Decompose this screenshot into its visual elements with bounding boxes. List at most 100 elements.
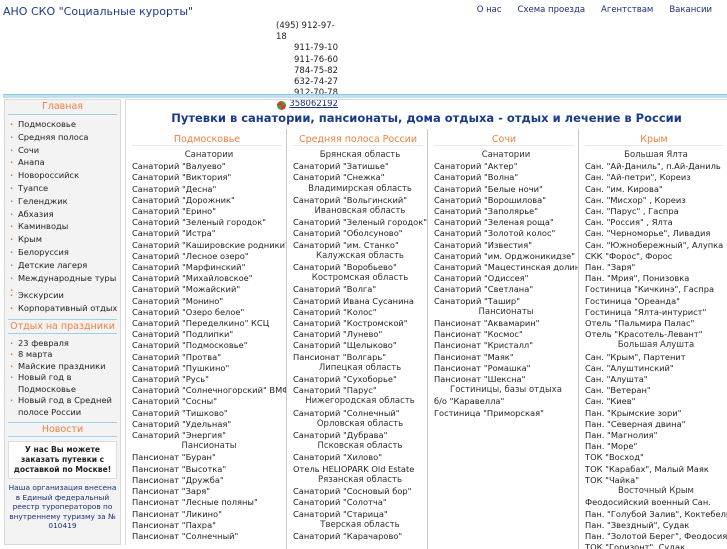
resort-link[interactable]: Санаторий "Ерино" [132, 206, 286, 217]
resort-link[interactable]: Санаторий "Карачарово" [293, 531, 427, 542]
holiday-item[interactable]: 23 февраля [9, 338, 120, 350]
resort-link[interactable]: Санаторий "Солнечный" [293, 408, 427, 419]
resort-link[interactable]: Гостиница "Кичкинэ", Гаспра [585, 284, 727, 295]
resort-link[interactable]: Санаторий "Ташир" [434, 296, 578, 307]
resort-link[interactable]: Санаторий "Лунево" [293, 329, 427, 340]
sidebar-item[interactable]: Крым [9, 233, 120, 246]
resort-link[interactable]: Санаторий "Актер" [434, 161, 578, 172]
resort-link[interactable]: Санаторий "Вольгинский" [293, 195, 427, 206]
resort-link[interactable]: Санаторий "Переделкино" КСЦ [132, 318, 286, 329]
resort-link[interactable]: Пан. "Крымские зори" [585, 408, 727, 419]
resort-link[interactable]: ТОК "Восход" [585, 452, 727, 463]
resort-link[interactable]: Санаторий "Подлипки" [132, 329, 286, 340]
sidebar-item[interactable]: Геленджик [9, 195, 120, 208]
resort-link[interactable]: Санаторий "Лесное озеро" [132, 251, 286, 262]
resort-link[interactable]: Санаторий "Одиссея" [434, 273, 578, 284]
nav-agencies[interactable]: Агентствам [593, 5, 661, 15]
resort-link[interactable]: Санаторий "Русь" [132, 374, 286, 385]
resort-link[interactable]: Санаторий "Мацестинская долина" [434, 262, 578, 273]
resort-link[interactable]: Санаторий "Пушкино" [132, 363, 286, 374]
sidebar-item[interactable]: Новороссийск [9, 169, 120, 182]
resort-link[interactable]: Санаторий "Сосновый бор" [293, 486, 427, 497]
sidebar-news-heading[interactable]: Новости [8, 422, 117, 438]
resort-link[interactable]: Сан. "Мисхор" , Кореиз [585, 195, 727, 206]
nav-about[interactable]: О нас [469, 5, 510, 15]
resort-link[interactable]: Санаторий "Заполярье" [434, 206, 578, 217]
sidebar-item[interactable]: Экскурсии [9, 289, 120, 302]
resort-link[interactable]: Пан. "Магнолия" [585, 430, 727, 441]
sidebar-item[interactable]: Абхазия [9, 208, 120, 221]
resort-link[interactable]: Пансионат "Лесные поляны" [132, 497, 286, 508]
resort-link[interactable]: ТОК "Карабах", Малый Маяк [585, 464, 727, 475]
resort-link[interactable]: Отель HELIOPARK Old Estate [293, 464, 427, 475]
resort-link[interactable]: Санаторий "Старица" [293, 509, 427, 520]
resort-link[interactable]: Отель "Пальмира Палас" [585, 318, 727, 329]
resort-link[interactable]: Сан. "Алуштинский" [585, 363, 727, 374]
holiday-item[interactable]: Майские праздники [9, 361, 120, 373]
region-heading[interactable]: Крым [585, 129, 723, 146]
resort-link[interactable]: Санаторий "Валуево" [132, 161, 286, 172]
resort-link[interactable]: ТОК "Чайка" [585, 475, 727, 486]
resort-link[interactable]: Пансионат "Ромашка" [434, 363, 578, 374]
resort-link[interactable]: Пансионат "Шексна" [434, 374, 578, 385]
resort-link[interactable]: Санаторий "Хилово" [293, 452, 427, 463]
resort-link[interactable]: Санаторий "Тишково" [132, 408, 286, 419]
resort-link[interactable]: Сан. "Парус" , Гаспра [585, 206, 727, 217]
sidebar-item[interactable]: Международные туры [9, 272, 120, 285]
sidebar-item[interactable]: Каминводы [9, 220, 120, 233]
resort-link[interactable]: Сан. "Киев" [585, 396, 727, 407]
resort-link[interactable]: Санаторий "Колос" [293, 307, 427, 318]
site-title[interactable]: АНО СКО "Социальные курорты" [3, 5, 193, 18]
resort-link[interactable]: Пансионат "Дружба" [132, 475, 286, 486]
sidebar-item[interactable]: Анапа [9, 156, 120, 169]
region-heading[interactable]: Средняя полоса России [293, 129, 423, 146]
resort-link[interactable]: ТОК "Горизонт", Судак [585, 542, 727, 549]
resort-link[interactable]: Пансионат "Заря" [132, 486, 286, 497]
sidebar-item[interactable]: Сочи [9, 144, 120, 157]
resort-link[interactable]: Санаторий "Белые ночи" [434, 184, 578, 195]
resort-link[interactable]: Санаторий "Дорожник" [132, 195, 286, 206]
resort-link[interactable]: Сан. "Ветеран" [585, 385, 727, 396]
resort-link[interactable]: Сан. "Алушта" [585, 374, 727, 385]
resort-link[interactable]: Пан. "Северная двина" [585, 419, 727, 430]
resort-link[interactable]: Пансионат "Солнечный" [132, 531, 286, 542]
resort-link[interactable]: СКК "Форос", Форос [585, 251, 727, 262]
resort-link[interactable]: Санаторий "Волга" [293, 284, 427, 295]
resort-link[interactable]: Санаторий "Зеленый городок" [132, 217, 286, 228]
resort-link[interactable]: Санаторий "Сосны" [132, 396, 286, 407]
resort-link[interactable]: Пансионат "Пахра" [132, 520, 286, 531]
resort-link[interactable]: Пан. "Море" [585, 441, 727, 452]
resort-link[interactable]: Санаторий "Истра" [132, 228, 286, 239]
resort-link[interactable]: Санаторий Ивана Сусанина [293, 296, 427, 307]
resort-link[interactable]: Санаторий "Волна" [434, 172, 578, 183]
resort-link[interactable]: б/о "Каравелла" [434, 396, 578, 407]
resort-link[interactable]: Санаторий "Десна" [132, 184, 286, 195]
region-heading[interactable]: Подмосковье [132, 129, 282, 146]
resort-link[interactable]: Пансионат "Космос" [434, 329, 578, 340]
resort-link[interactable]: Пансионат "Кристалл" [434, 340, 578, 351]
resort-link[interactable]: Пан. "Мрия", Понизовка [585, 273, 727, 284]
resort-link[interactable]: Санаторий "Кашировские родники" [132, 240, 286, 251]
resort-link[interactable]: Гостиница "Ялта-интурист" [585, 307, 727, 318]
resort-link[interactable]: Сан. "Россия" , Ялта [585, 217, 727, 228]
resort-link[interactable]: Санаторий "Подмосковье" [132, 340, 286, 351]
resort-link[interactable]: Санаторий "Щелыково" [293, 340, 427, 351]
registry-notice[interactable]: Наша организация внесена в Единый федера… [8, 483, 117, 531]
nav-map[interactable]: Схема проезда [510, 5, 594, 15]
resort-link[interactable]: Санаторий "Известия" [434, 240, 578, 251]
resort-link[interactable]: Пансионат "Ликино" [132, 509, 286, 520]
resort-link[interactable]: Пан. "Золотой Берег", Феодосия [585, 531, 727, 542]
sidebar-item[interactable]: Подмосковье [9, 118, 120, 131]
sidebar-home-heading[interactable]: Главная [8, 100, 117, 115]
resort-link[interactable]: Феодосийский военный Сан. [585, 497, 727, 508]
region-heading[interactable]: Сочи [434, 129, 574, 146]
resort-link[interactable]: Сан. "Ай-петри", Кореиз [585, 172, 727, 183]
resort-link[interactable]: Пан. "Голубой Залив", Коктебель [585, 509, 727, 520]
resort-link[interactable]: Санаторий "Дубрава" [293, 430, 427, 441]
resort-link[interactable]: Сан. "Южнобережный", Алупка [585, 240, 727, 251]
resort-link[interactable]: Пансионат "Буран" [132, 452, 286, 463]
resort-link[interactable]: Отель "Красотель-Левант" [585, 329, 727, 340]
resort-link[interactable]: Санаторий "Протва" [132, 352, 286, 363]
resort-link[interactable]: Санаторий "Михайловское" [132, 273, 286, 284]
resort-link[interactable]: Санаторий "Виктория" [132, 172, 286, 183]
